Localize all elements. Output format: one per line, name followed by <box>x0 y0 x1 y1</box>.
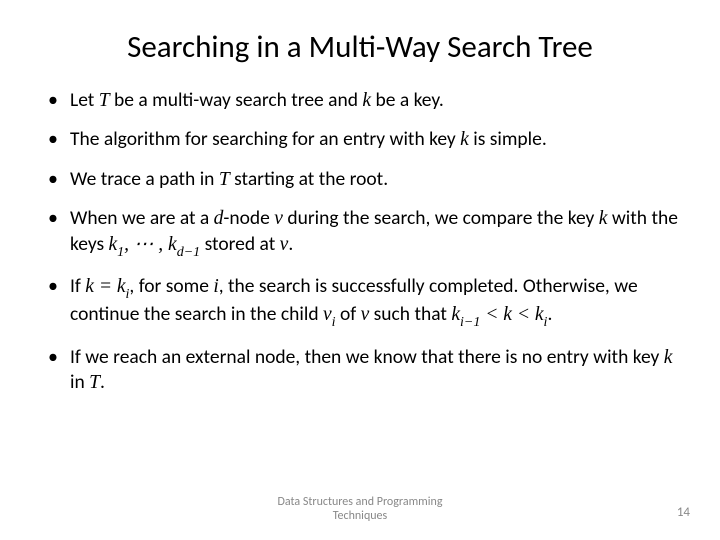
math-vi: v <box>323 304 332 325</box>
slide-footer: Data Structures and Programming Techniqu… <box>0 496 720 524</box>
text: . <box>100 370 105 394</box>
math-T: T <box>89 372 100 393</box>
sub-i1: i−1 <box>460 314 480 330</box>
math-v: v <box>280 234 289 255</box>
slide: Searching in a Multi-Way Search Tree Let… <box>0 0 720 540</box>
text: is simple. <box>469 127 547 151</box>
footer-text: Data Structures and Programming Techniqu… <box>278 496 443 524</box>
math-ki: k <box>535 304 544 325</box>
sub-1: 1 <box>117 244 124 260</box>
footer-line2: Techniques <box>333 509 387 523</box>
text: starting at the root. <box>230 167 388 191</box>
math-v: v <box>361 304 370 325</box>
text: If we reach an external node, then we kn… <box>70 345 664 369</box>
text: The algorithm for searching for an entry… <box>70 127 460 151</box>
math-dots: , ⋯ , <box>124 234 168 255</box>
math-k: k <box>85 276 94 297</box>
math-k: k <box>503 304 512 325</box>
bullet-1: Let T be a multi-way search tree and k b… <box>48 88 680 113</box>
text: -node <box>223 206 274 230</box>
math-k1: k <box>109 234 118 255</box>
text: . <box>288 232 293 256</box>
text: We trace a path in <box>70 167 219 191</box>
bullet-6: If we reach an external node, then we kn… <box>48 345 680 396</box>
text: If <box>70 274 85 298</box>
text: be a key. <box>371 88 444 112</box>
math-T: T <box>99 90 110 111</box>
sub-d1: d−1 <box>177 244 201 260</box>
bullet-list: Let T be a multi-way search tree and k b… <box>40 88 680 410</box>
footer-line1: Data Structures and Programming <box>278 495 443 509</box>
text: during the search, we compare the key <box>283 206 599 230</box>
sub-i: i <box>126 286 130 302</box>
math-T: T <box>219 169 230 190</box>
text: stored at <box>200 232 279 256</box>
math-lt2: < <box>512 304 535 325</box>
text: , for some <box>129 274 213 298</box>
bullet-4: When we are at a d-node v during the sea… <box>48 206 680 260</box>
text: . <box>547 302 552 326</box>
bullet-5: If k = ki, for some i, the search is suc… <box>48 274 680 331</box>
text: When we are at a <box>70 206 214 230</box>
bullet-2: The algorithm for searching for an entry… <box>48 127 680 152</box>
math-ki1: k <box>451 304 460 325</box>
sub-i2: i <box>544 314 548 330</box>
math-k: k <box>362 90 371 111</box>
math-eq: = <box>94 276 117 297</box>
text: in <box>70 370 89 394</box>
math-k: k <box>460 129 469 150</box>
math-d: d <box>214 208 224 229</box>
bullet-3: We trace a path in T starting at the roo… <box>48 167 680 192</box>
sub-vi: i <box>332 314 336 330</box>
math-ki: k <box>117 276 126 297</box>
slide-title: Searching in a Multi-Way Search Tree <box>40 28 680 66</box>
text: be a multi-way search tree and <box>110 88 363 112</box>
math-lt1: < <box>480 304 503 325</box>
math-k: k <box>664 347 673 368</box>
page-number: 14 <box>677 505 690 520</box>
text: of <box>336 302 361 326</box>
math-v: v <box>274 208 283 229</box>
text: such that <box>369 302 451 326</box>
text: Let <box>70 88 99 112</box>
math-kd1: k <box>168 234 177 255</box>
